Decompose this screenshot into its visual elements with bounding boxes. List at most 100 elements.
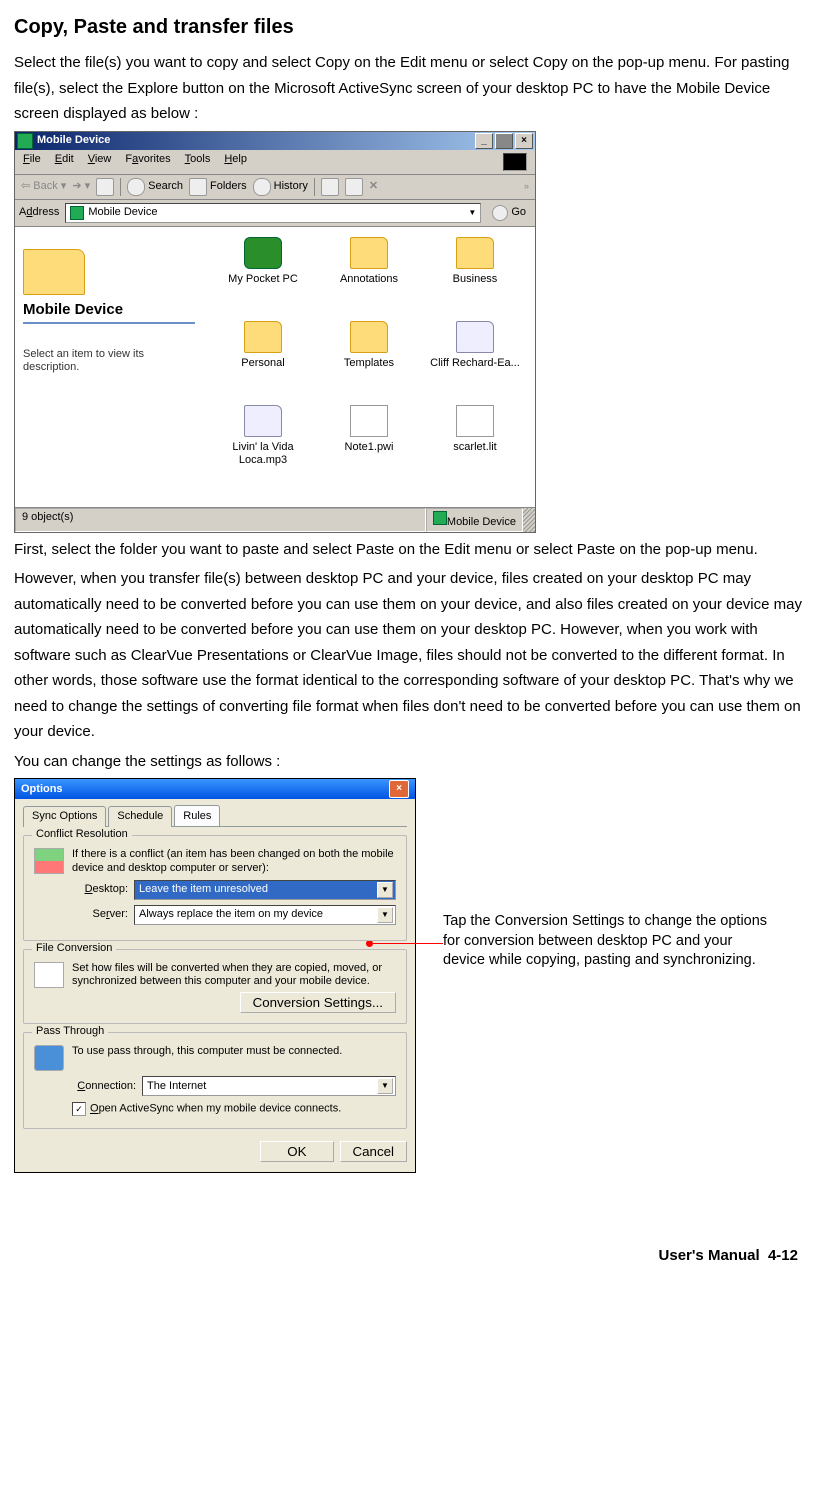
file-item[interactable]: Livin' la Vida Loca.mp3 xyxy=(213,405,313,483)
page-heading: Copy, Paste and transfer files xyxy=(14,10,804,44)
dialog-title: Options xyxy=(21,783,63,796)
group-legend: File Conversion xyxy=(32,942,116,955)
close-button[interactable]: × xyxy=(515,133,533,149)
file-label: Livin' la Vida Loca.mp3 xyxy=(213,441,313,467)
search-button[interactable]: Search xyxy=(127,178,183,196)
status-left: 9 object(s) xyxy=(15,508,426,532)
conversion-settings-button[interactable]: Conversion Settings... xyxy=(240,992,396,1013)
options-dialog: Options × Sync Options Schedule Rules Co… xyxy=(14,778,416,1173)
folders-button[interactable]: Folders xyxy=(189,178,247,196)
file-label: Note1.pwi xyxy=(319,441,419,454)
annotation-pointer xyxy=(416,940,443,947)
menu-tools[interactable]: Tools xyxy=(185,153,211,171)
pages-icon xyxy=(34,962,64,988)
dialog-close-button[interactable]: × xyxy=(389,780,409,798)
annotation-text: Tap the Conversion Settings to change th… xyxy=(443,912,773,971)
tab-rules[interactable]: Rules xyxy=(174,805,220,826)
side-panel: Mobile Device Select an item to view its… xyxy=(15,227,203,507)
file-item[interactable]: My Pocket PC xyxy=(213,237,313,315)
forward-button[interactable]: ➔ ▾ xyxy=(72,180,90,193)
document-icon xyxy=(350,405,388,437)
file-label: scarlet.lit xyxy=(425,441,525,454)
tool-icon-2[interactable] xyxy=(345,178,363,196)
status-icon xyxy=(433,511,447,525)
tool-icon-1[interactable] xyxy=(321,178,339,196)
server-combo[interactable]: Always replace the item on my device▼ xyxy=(134,905,396,925)
folder-icon xyxy=(350,321,388,353)
file-item[interactable]: Annotations xyxy=(319,237,419,315)
toolbar-overflow[interactable]: » xyxy=(524,181,529,192)
open-activesync-checkbox-row[interactable]: ✓Open ActiveSync when my mobile device c… xyxy=(72,1102,396,1116)
window-title: Mobile Device xyxy=(37,134,110,147)
connection-combo[interactable]: The Internet▼ xyxy=(142,1076,396,1096)
app-icon xyxy=(456,405,494,437)
conversion-desc: Set how files will be converted when the… xyxy=(72,962,396,988)
file-label: Personal xyxy=(213,357,313,370)
file-item[interactable]: Personal xyxy=(213,321,313,399)
history-button[interactable]: History xyxy=(253,178,308,196)
desktop-combo[interactable]: Leave the item unresolved▼ xyxy=(134,880,396,900)
folder-icon xyxy=(350,237,388,269)
window-icon xyxy=(17,133,33,149)
file-label: Business xyxy=(425,273,525,286)
file-grid: My Pocket PC Annotations Business Person… xyxy=(203,227,535,507)
file-item[interactable]: Business xyxy=(425,237,525,315)
delete-icon[interactable]: ✕ xyxy=(369,180,378,193)
file-item[interactable]: Templates xyxy=(319,321,419,399)
status-right: Mobile Device xyxy=(426,508,523,532)
cancel-button[interactable]: Cancel xyxy=(340,1141,408,1162)
address-dropdown-icon[interactable]: ▼ xyxy=(468,208,476,218)
brand-logo xyxy=(503,153,527,171)
group-legend: Pass Through xyxy=(32,1025,108,1038)
file-item[interactable]: Cliff Rechard-Ea... xyxy=(425,321,525,399)
dropdown-icon: ▼ xyxy=(377,1078,393,1094)
file-item[interactable]: scarlet.lit xyxy=(425,405,525,483)
tab-strip: Sync Options Schedule Rules xyxy=(23,805,407,827)
address-icon xyxy=(70,206,84,220)
intro-paragraph: Select the file(s) you want to copy and … xyxy=(14,50,804,127)
ok-button[interactable]: OK xyxy=(260,1141,333,1162)
search-icon xyxy=(127,178,145,196)
dialog-titlebar: Options × xyxy=(15,779,415,799)
folder-icon xyxy=(244,321,282,353)
server-label: Server: xyxy=(72,908,128,921)
menu-bar: File Edit View Favorites Tools Help xyxy=(15,150,535,175)
address-input[interactable]: Mobile Device ▼ xyxy=(65,203,481,223)
go-icon xyxy=(492,205,508,221)
side-title: Mobile Device xyxy=(23,301,195,324)
up-icon[interactable] xyxy=(96,178,114,196)
menu-view[interactable]: View xyxy=(88,153,112,171)
tab-sync-options[interactable]: Sync Options xyxy=(23,806,106,827)
maximize-button[interactable]: □ xyxy=(495,133,513,149)
file-label: My Pocket PC xyxy=(213,273,313,286)
side-description: Select an item to view its description. xyxy=(23,348,195,374)
passthrough-desc: To use pass through, this computer must … xyxy=(72,1045,342,1058)
back-button[interactable]: ⇦ Back ▾ xyxy=(21,180,66,193)
menu-help[interactable]: Help xyxy=(224,153,247,171)
tab-schedule[interactable]: Schedule xyxy=(108,806,172,827)
side-folder-icon xyxy=(23,249,85,295)
file-item[interactable]: Note1.pwi xyxy=(319,405,419,483)
menu-file[interactable]: File xyxy=(23,153,41,171)
window-titlebar: Mobile Device _ □ × xyxy=(15,132,535,150)
minimize-button[interactable]: _ xyxy=(475,133,493,149)
toolbar: ⇦ Back ▾ ➔ ▾ Search Folders History ✕ » xyxy=(15,175,535,200)
audio-icon xyxy=(244,405,282,437)
resize-grip[interactable] xyxy=(523,508,535,532)
group-pass-through: Pass Through To use pass through, this c… xyxy=(23,1032,407,1129)
paragraph-2: First, select the folder you want to pas… xyxy=(14,537,804,563)
history-icon xyxy=(253,178,271,196)
go-button[interactable]: Go xyxy=(487,203,531,223)
menu-edit[interactable]: Edit xyxy=(55,153,74,171)
menu-favorites[interactable]: Favorites xyxy=(125,153,170,171)
address-value: Mobile Device xyxy=(88,206,157,219)
status-bar: 9 object(s) Mobile Device xyxy=(15,507,535,532)
file-label: Annotations xyxy=(319,273,419,286)
conflict-desc: If there is a conflict (an item has been… xyxy=(72,848,396,874)
address-label: Address xyxy=(19,206,59,219)
paragraph-3: However, when you transfer file(s) betwe… xyxy=(14,566,804,745)
desktop-label: Desktop: xyxy=(72,883,128,896)
audio-icon xyxy=(456,321,494,353)
pda-icon xyxy=(244,237,282,269)
page-footer: User's Manual 4-12 xyxy=(14,1243,804,1269)
